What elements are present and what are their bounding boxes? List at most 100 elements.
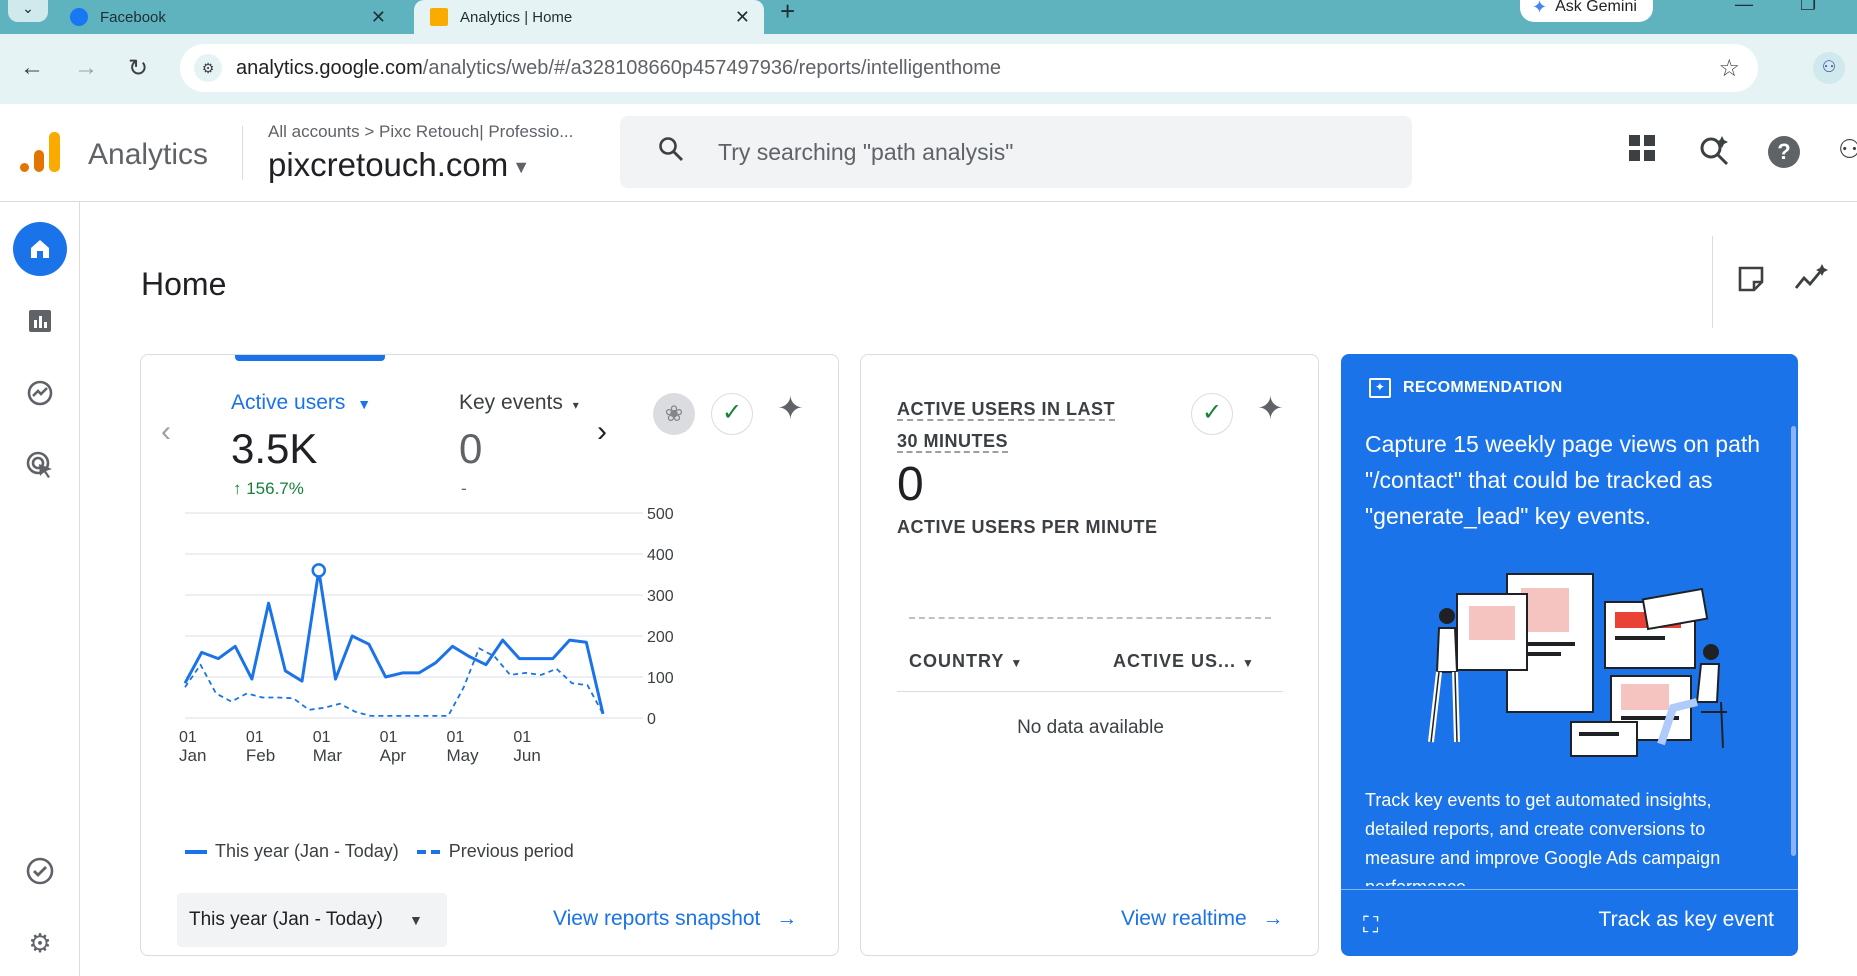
legend-dashed-swatch	[416, 849, 441, 854]
forward-button[interactable]: →	[74, 54, 98, 82]
account-icon[interactable]: ⚇	[1838, 134, 1857, 165]
settings-gear-icon[interactable]: ⚙	[13, 916, 67, 970]
home-icon[interactable]	[13, 222, 67, 276]
close-icon[interactable]: ✕	[735, 7, 750, 28]
url-field[interactable]: ⚙ analytics.google.com/analytics/web/#/a…	[180, 44, 1758, 92]
expand-icon[interactable]: ⛶	[1363, 912, 1378, 938]
series-line-this-year	[183, 568, 605, 715]
empty-state: No data available	[1017, 717, 1164, 738]
column-label: ACTIVE US...	[1113, 651, 1237, 671]
recommendation-icon: ✦	[1369, 378, 1391, 398]
analytics-logo	[20, 132, 60, 172]
x-tick-day: 01	[380, 729, 398, 746]
gemini-icon: ✦	[1532, 0, 1548, 17]
new-tab-button[interactable]: +	[780, 0, 795, 27]
y-tick-label: 200	[647, 629, 674, 646]
advertising-icon[interactable]	[13, 438, 67, 492]
legend-label-previous: Previous period	[448, 841, 574, 861]
reload-button[interactable]: ↻	[128, 54, 148, 83]
recommendation-card: ✦ RECOMMENDATION Capture 15 weekly page …	[1341, 354, 1798, 956]
scrollbar[interactable]	[1791, 426, 1796, 856]
date-range-select[interactable]: This year (Jan - Today) ▼	[177, 893, 447, 947]
y-tick-label: 500	[647, 506, 674, 523]
tab-title: Analytics | Home	[460, 8, 573, 26]
x-tick-month: Apr	[380, 746, 407, 765]
recommendation-text: Capture 15 weekly page views on path "/c…	[1365, 431, 1761, 529]
check-circle-icon[interactable]: ✓	[1191, 393, 1233, 435]
browser-tabstrip: ⌄ Facebook ✕ Analytics | Home ✕ + ✦ Ask …	[0, 0, 1857, 34]
realtime-title-text: ACTIVE USERS IN LAST 30 MINUTES	[897, 399, 1116, 453]
metric-tab-key-events[interactable]: Key events ▾	[459, 391, 579, 415]
help-icon[interactable]: ?	[1768, 136, 1800, 168]
recommendation-header: ✦ RECOMMENDATION	[1369, 378, 1562, 398]
realtime-title: ACTIVE USERS IN LAST 30 MINUTES	[897, 393, 1137, 457]
y-tick-label: 400	[647, 547, 674, 564]
property-name: pixcretouch.com	[268, 146, 509, 183]
check-circle-icon[interactable]	[13, 844, 67, 898]
x-tick-month: Feb	[246, 746, 275, 765]
close-icon[interactable]: ✕	[371, 7, 386, 28]
legend-label-this-year: This year (Jan - Today)	[215, 841, 399, 861]
caret-down-icon: ▼	[1010, 656, 1024, 670]
table-divider	[897, 691, 1283, 692]
active-users-chart: 500400300200100001Jan01Feb01Mar01Apr01Ma…	[179, 506, 674, 765]
view-reports-snapshot-link[interactable]: View reports snapshot →	[553, 907, 797, 931]
x-tick-month: Jun	[513, 746, 540, 765]
per-minute-empty-chart	[909, 617, 1271, 619]
back-button[interactable]: ←	[20, 54, 44, 82]
minimize-button[interactable]: —	[1735, 0, 1753, 15]
property-selector[interactable]: pixcretouch.com ▼	[268, 146, 530, 184]
explore-icon[interactable]	[13, 366, 67, 420]
y-tick-label: 100	[647, 670, 674, 687]
recommendation-description: Track key events to get automated insigh…	[1365, 790, 1721, 886]
sparkle-icon[interactable]: ✦	[777, 389, 804, 427]
url-path: /analytics/web/#/a328108660p457497936/re…	[422, 56, 1001, 79]
extension-icon[interactable]: ⚇	[1813, 52, 1845, 84]
bookmark-star-icon[interactable]: ☆	[1718, 54, 1740, 83]
metric-value: 0	[459, 425, 483, 472]
tab-search-button[interactable]: ⌄	[8, 0, 48, 22]
x-tick-day: 01	[513, 729, 531, 746]
caret-down-icon: ▼	[1242, 656, 1255, 670]
insights-icon[interactable]	[1794, 264, 1828, 301]
active-users-column-header[interactable]: ACTIVE US... ▼	[1113, 651, 1255, 672]
chevron-left-icon[interactable]: ‹	[161, 415, 171, 449]
x-tick-month: Mar	[313, 746, 343, 765]
x-tick-month: May	[447, 746, 480, 765]
maximize-button[interactable]: ❐	[1800, 0, 1816, 15]
track-as-key-event-button[interactable]: Track as key event	[1599, 908, 1774, 932]
site-info-icon[interactable]: ⚙	[194, 54, 222, 82]
chart-legend: This year (Jan - Today) Previous period	[185, 841, 574, 862]
notes-icon[interactable]	[1736, 264, 1766, 301]
chevron-right-icon[interactable]: ›	[597, 415, 607, 449]
link-label: View reports snapshot	[553, 907, 761, 930]
x-tick-month: Jan	[179, 746, 206, 765]
tab-title: Facebook	[100, 8, 166, 26]
apps-grid-icon[interactable]	[1628, 134, 1656, 169]
recommendation-label: RECOMMENDATION	[1403, 379, 1563, 396]
tab-facebook[interactable]: Facebook ✕	[60, 0, 400, 34]
ask-gemini-button[interactable]: ✦ Ask Gemini	[1520, 0, 1653, 22]
check-circle-icon[interactable]: ✓	[711, 393, 753, 435]
caret-down-icon: ▼	[512, 156, 531, 177]
country-column-header[interactable]: COUNTRY ▼	[909, 651, 1023, 672]
search-insights-icon[interactable]	[1698, 134, 1730, 173]
metric-label: Active users	[231, 391, 346, 414]
selected-tab-indicator	[235, 355, 385, 361]
highlight-point	[311, 563, 327, 578]
search-input[interactable]: Try searching "path analysis"	[620, 116, 1412, 188]
realtime-card: ACTIVE USERS IN LAST 30 MINUTES ✓ ✦ 0 AC…	[860, 354, 1319, 956]
metric-value: 3.5K	[231, 425, 318, 472]
metric-change: -	[461, 479, 467, 498]
tab-analytics[interactable]: Analytics | Home ✕	[414, 0, 764, 34]
sparkle-icon[interactable]: ✦	[1257, 389, 1284, 427]
realtime-subtitle: ACTIVE USERS PER MINUTE	[897, 517, 1158, 537]
reports-icon[interactable]	[13, 294, 67, 348]
metric-tab-active-users[interactable]: Active users ▼	[231, 391, 371, 415]
analytics-icon	[430, 8, 448, 26]
view-realtime-link[interactable]: View realtime →	[1121, 907, 1284, 931]
breadcrumb[interactable]: All accounts > Pixc Retouch| Professio..…	[268, 122, 573, 142]
badge-icon[interactable]: ❀	[653, 393, 695, 435]
metric-change: ↑ 156.7%	[233, 479, 304, 498]
caret-down-icon: ▼	[357, 396, 372, 412]
